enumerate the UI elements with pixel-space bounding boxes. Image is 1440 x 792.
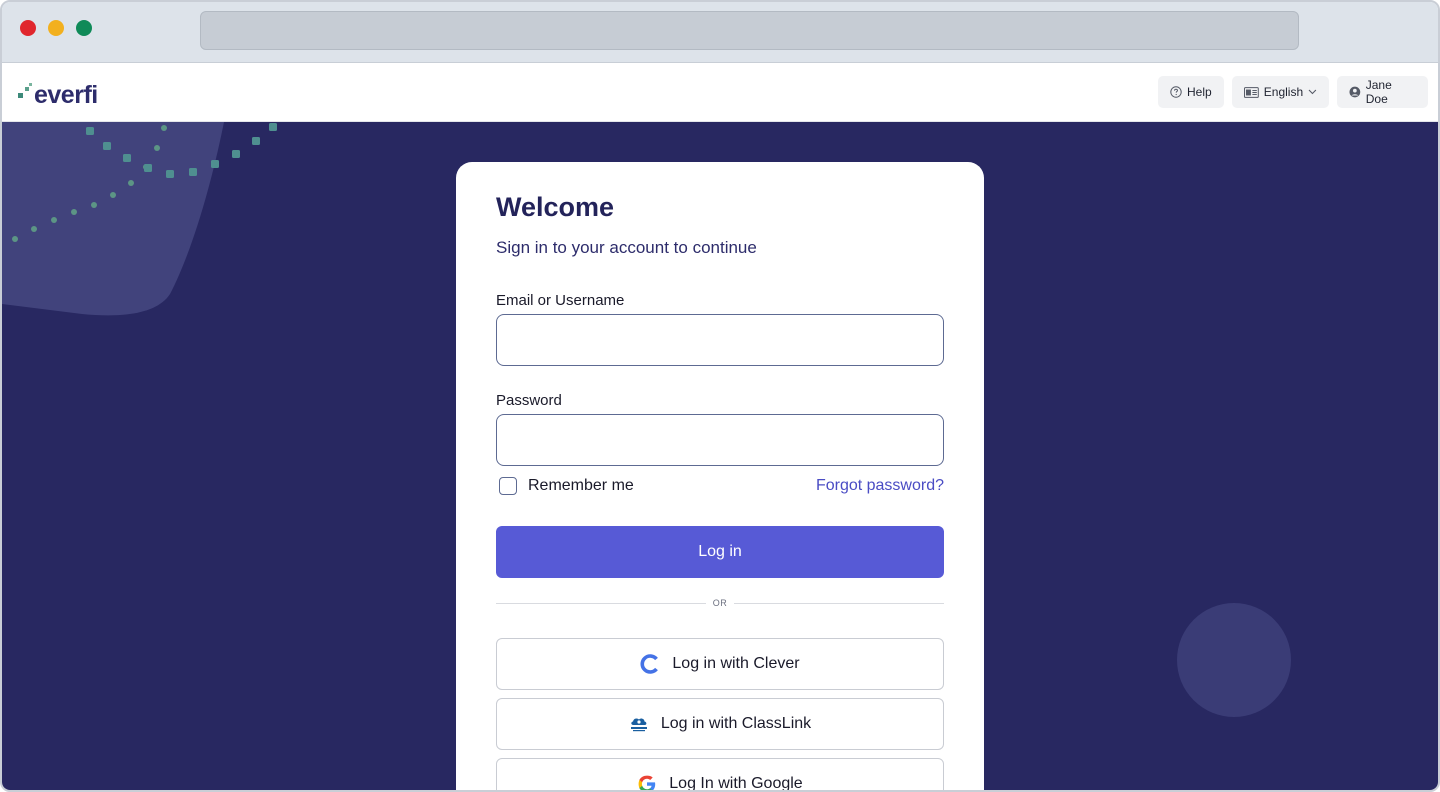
clever-icon (640, 654, 659, 674)
minimize-window-button[interactable] (48, 20, 64, 36)
app-header: everfi Help English Jane Doe (2, 63, 1438, 122)
help-button[interactable]: Help (1158, 76, 1224, 108)
classlink-icon (630, 718, 647, 732)
language-label: English (1263, 85, 1304, 99)
google-icon (638, 775, 656, 790)
user-avatar-icon (1349, 86, 1361, 98)
google-login-label: Log In with Google (669, 775, 803, 792)
email-label: Email or Username (496, 292, 625, 309)
classlink-login-label: Log in with ClassLink (660, 715, 812, 732)
maximize-window-button[interactable] (76, 20, 92, 36)
page-title: Welcome (496, 192, 615, 222)
clever-login-button[interactable]: Log in with Clever (496, 638, 944, 690)
forgot-password-link[interactable]: Forgot password? (816, 477, 944, 495)
password-field[interactable] (496, 414, 944, 466)
chevron-down-icon (1308, 89, 1317, 95)
user-menu-button[interactable]: Jane Doe (1337, 76, 1428, 108)
language-selector[interactable]: English (1232, 76, 1329, 108)
email-field[interactable] (496, 314, 944, 366)
clever-login-label: Log in with Clever (672, 655, 800, 672)
language-icon (1244, 86, 1259, 98)
remember-me-checkbox[interactable] (499, 477, 517, 495)
page-background: Welcome Sign in to your account to conti… (2, 122, 1438, 792)
everfi-logo[interactable]: everfi (18, 77, 98, 109)
password-label: Password (496, 392, 562, 409)
page-subtitle: Sign in to your account to continue (496, 238, 757, 257)
logo-text: everfi (34, 80, 98, 109)
remember-me[interactable]: Remember me (499, 477, 634, 495)
address-bar[interactable] (200, 11, 1299, 50)
login-card: Welcome Sign in to your account to conti… (456, 162, 984, 792)
close-window-button[interactable] (20, 20, 36, 36)
remember-me-label: Remember me (528, 477, 634, 494)
help-icon (1170, 86, 1182, 98)
user-name: Jane Doe (1365, 78, 1392, 106)
google-login-button[interactable]: Log In with Google (496, 758, 944, 792)
browser-chrome (2, 2, 1438, 63)
login-button[interactable]: Log in (496, 526, 944, 578)
help-label: Help (1187, 85, 1212, 99)
logo-mark-icon (18, 83, 32, 98)
classlink-login-button[interactable]: Log in with ClassLink (496, 698, 944, 750)
or-divider-text: OR (706, 596, 734, 610)
browser-window: everfi Help English Jane Doe Welcome Sig… (0, 0, 1440, 792)
